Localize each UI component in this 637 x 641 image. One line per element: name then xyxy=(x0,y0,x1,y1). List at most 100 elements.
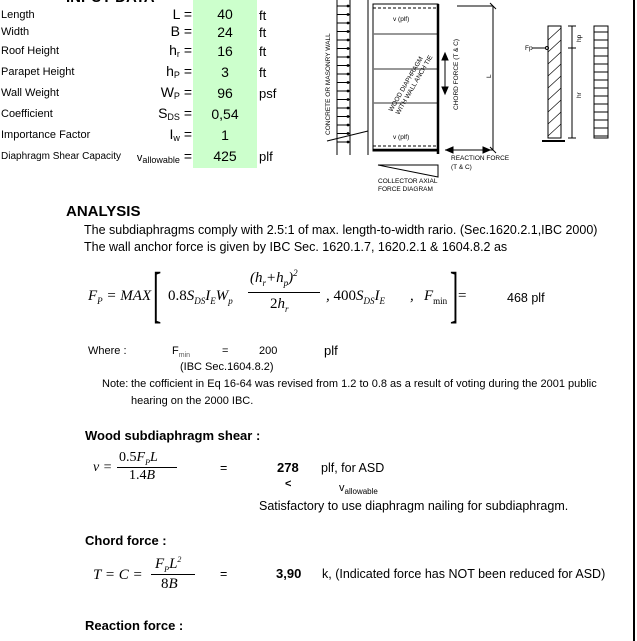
symbol-roof-height: hr = xyxy=(112,42,192,59)
unit-width: ft xyxy=(259,25,267,40)
collector-label-2: FORCE DIAGRAM xyxy=(378,186,433,193)
diaphragm-diagram: v (plf) v (plf) CONCRETE OR MASONRY WALL… xyxy=(325,0,609,193)
load-arrow-head xyxy=(346,140,350,144)
where-label: Where : xyxy=(88,345,127,357)
hr-label: hr xyxy=(576,91,583,98)
value-wall-weight[interactable]: 96 xyxy=(193,83,257,104)
symbol-text: h xyxy=(166,63,174,79)
shear-equals: = xyxy=(220,461,228,475)
label-diaphragm-shear-capacity: Diaphragm Shear Capacity xyxy=(1,151,122,162)
symbol-wall-weight: WP = xyxy=(112,84,192,101)
symbol-sub: allowable xyxy=(142,155,180,165)
equals-sign: = xyxy=(183,148,192,164)
symbol-text: B xyxy=(170,23,180,39)
label-coefficient: Coefficient xyxy=(1,108,53,120)
label-wall-weight: Wall Weight xyxy=(1,87,60,99)
reaction-label-2: (T & C) xyxy=(451,164,472,171)
load-arrow-head xyxy=(346,64,350,67)
shear-unit: plf, for ASD xyxy=(321,461,385,475)
unit-parapet-height: ft xyxy=(259,65,267,80)
unit-length: ft xyxy=(259,8,267,23)
value-coefficient[interactable]: 0,54 xyxy=(193,104,257,125)
equals-sign: = xyxy=(183,105,192,121)
fmin-unit: plf xyxy=(324,343,338,358)
label-width: Width xyxy=(1,26,30,38)
value-importance-factor[interactable]: 1 xyxy=(193,125,257,146)
load-arrow-head xyxy=(346,30,350,33)
symbol-text: W xyxy=(160,84,174,100)
fmin-symbol: Fmin xyxy=(172,345,190,359)
symbol-text: S xyxy=(158,105,168,121)
analysis-line-2: The wall anchor force is given by IBC Se… xyxy=(84,240,508,254)
symbol-sub: r xyxy=(176,49,180,59)
analysis-title: ANALYSIS xyxy=(66,203,141,220)
fp-label: Fp xyxy=(525,45,533,52)
shear-compare: < xyxy=(285,478,292,490)
collector-label-1: COLLECTOR AXIAL xyxy=(378,178,438,185)
chord-label: CHORD FORCE (T & C) xyxy=(453,39,460,110)
value-parapet-height[interactable]: 3 xyxy=(193,62,257,83)
equals-sign: = xyxy=(183,23,192,39)
length-label: L xyxy=(486,74,493,78)
symbol-diaphragm-shear-capacity: vallowable = xyxy=(112,148,192,165)
hp-label: hp xyxy=(576,34,583,42)
value-roof-height[interactable]: 16 xyxy=(193,41,257,62)
load-arrow-head xyxy=(346,38,350,42)
symbol-sub: P xyxy=(173,91,180,101)
shear-compare-symbol: vallowable xyxy=(339,482,378,496)
wall-label: CONCRETE OR MASONRY WALL xyxy=(325,33,332,135)
equals-sign: = xyxy=(183,126,192,142)
symbol-sub: DS xyxy=(167,112,180,122)
fp-result: 468 plf xyxy=(507,291,545,305)
unit-diaphragm-shear-capacity: plf xyxy=(259,149,273,164)
load-arrow-head xyxy=(346,106,350,110)
load-arrow-head xyxy=(346,81,350,84)
shear-conclusion: Satisfactory to use diaphragm nailing fo… xyxy=(259,499,569,513)
chord-formula: T = C = FPL2 8B xyxy=(93,555,213,595)
note-label: Note: xyxy=(102,378,129,390)
load-arrow-head xyxy=(346,89,350,93)
equals-sign: = xyxy=(183,42,192,58)
wall-load-arrows xyxy=(336,0,351,155)
shear-value: 278 xyxy=(277,460,299,475)
chord-value: 3,90 xyxy=(276,566,302,581)
symbol-coefficient: SDS = xyxy=(112,105,192,122)
symbol-text: L xyxy=(172,6,180,22)
load-arrow-head xyxy=(346,13,350,16)
reaction-title: Reaction force : xyxy=(85,618,184,633)
fmin-reference: (IBC Sec.1604.8.2) xyxy=(180,361,274,373)
fp-formula: FP = MAX [ 0.8SDSIEWp (hr+hp)2 2hr , 400… xyxy=(88,261,467,329)
symbol-importance-factor: Iw = xyxy=(112,126,192,143)
label-importance-factor: Importance Factor xyxy=(1,129,91,141)
unit-roof-height: ft xyxy=(259,44,267,59)
chord-title: Chord force : xyxy=(85,533,167,548)
v-top-label: v (plf) xyxy=(393,16,409,23)
label-length: Length xyxy=(1,9,35,21)
fmin-letter: F xyxy=(172,345,179,357)
analysis-line-1: The subdiaphragms comply with 2.5:1 of m… xyxy=(84,223,598,237)
fmin-value: 200 xyxy=(259,345,278,357)
equals-sign: = xyxy=(183,6,192,22)
fmin-equals: = xyxy=(222,345,229,357)
symbol-parapet-height: hP = xyxy=(112,63,192,80)
fmin-sub: min xyxy=(178,352,191,360)
sheet-right-border xyxy=(633,0,635,641)
value-width[interactable]: 24 xyxy=(193,22,257,43)
symbol-length: L = xyxy=(112,6,192,22)
shear-formula: v = 0.5FPL 1.4B xyxy=(93,450,203,486)
symbol-sub: P xyxy=(173,70,180,80)
value-diaphragm-shear-capacity[interactable]: 425 xyxy=(193,146,257,167)
load-arrow-head xyxy=(346,55,350,59)
compare-sub: allowable xyxy=(344,487,378,497)
chord-unit: k, (Indicated force has NOT been reduced… xyxy=(322,567,606,581)
load-arrow-head xyxy=(346,72,350,76)
load-arrow-head xyxy=(346,123,350,127)
symbol-sub: w xyxy=(173,133,180,143)
label-parapet-height: Parapet Height xyxy=(1,66,75,78)
symbol-width: B = xyxy=(112,23,192,39)
load-arrow-head xyxy=(346,98,350,101)
label-roof-height: Roof Height xyxy=(1,45,60,57)
equals-sign: = xyxy=(183,84,192,100)
fp-value: 468 xyxy=(507,291,528,305)
note-line-2: hearing on the 2000 IBC. xyxy=(131,395,254,407)
